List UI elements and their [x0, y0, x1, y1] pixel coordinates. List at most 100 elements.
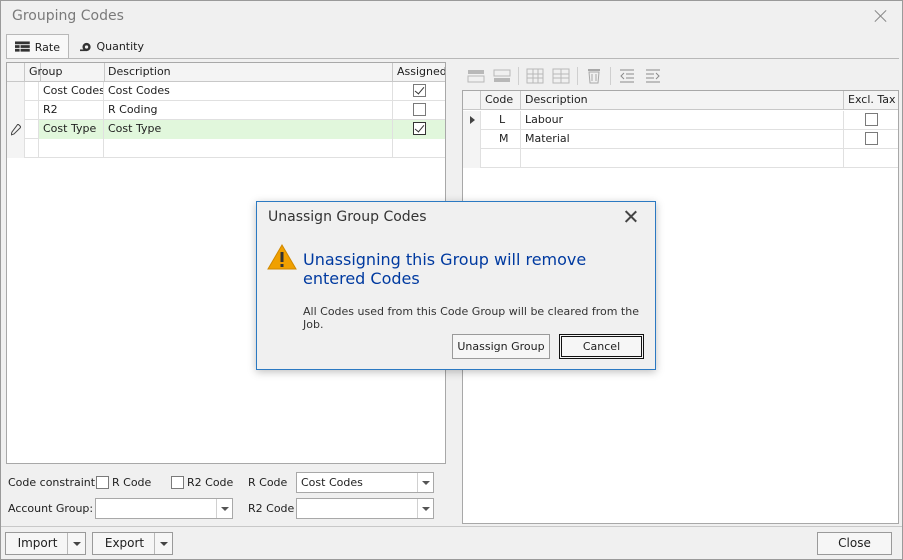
- r2-code-select[interactable]: [296, 498, 434, 519]
- code-cell[interactable]: [481, 149, 521, 168]
- chevron-down-icon[interactable]: [67, 533, 85, 554]
- tab-quantity[interactable]: Quantity: [72, 34, 152, 59]
- tab-rate[interactable]: Rate: [6, 34, 69, 59]
- unassign-group-dialog: Unassign Group Codes Unassigning this Gr…: [256, 201, 656, 370]
- table-row[interactable]: L Labour: [463, 111, 898, 130]
- close-icon[interactable]: [872, 7, 890, 25]
- chevron-down-icon[interactable]: [417, 473, 433, 492]
- insert-row-above-icon[interactable]: [466, 66, 486, 86]
- warning-icon: [267, 244, 297, 270]
- window-title: Grouping Codes: [12, 8, 124, 24]
- assigned-checkbox[interactable]: [413, 103, 426, 116]
- dialog-message: All Codes used from this Code Group will…: [303, 305, 639, 331]
- row-indicator: [463, 149, 481, 168]
- description-cell[interactable]: [521, 149, 844, 168]
- tab-rate-label: Rate: [34, 40, 60, 54]
- description-cell[interactable]: Labour: [521, 111, 844, 130]
- assigned-checkbox[interactable]: [413, 122, 426, 135]
- row-indicator: [7, 120, 25, 139]
- table-row[interactable]: Cost Codes Cost Codes: [7, 82, 445, 101]
- assigned-checkbox[interactable]: [413, 84, 426, 97]
- row-gutter: [25, 101, 39, 120]
- toolbar-separator: [577, 67, 578, 85]
- row-indicator-header: [463, 91, 481, 110]
- r2-code-checkbox-label: R2 Code: [187, 476, 234, 489]
- cancel-button[interactable]: Cancel: [559, 334, 644, 359]
- pencil-edit-icon: [11, 124, 21, 136]
- excl-tax-cell[interactable]: [844, 149, 898, 168]
- column-header-assigned[interactable]: Assigned: [393, 63, 445, 82]
- group-cell[interactable]: [39, 139, 104, 158]
- excl-tax-cell: [844, 130, 898, 149]
- assigned-cell: [393, 82, 445, 101]
- description-cell[interactable]: Cost Codes: [104, 82, 393, 101]
- table-columns-icon[interactable]: [551, 66, 571, 86]
- tape-measure-icon: [80, 42, 91, 51]
- description-cell[interactable]: Material: [521, 130, 844, 149]
- outdent-icon[interactable]: [617, 66, 637, 86]
- column-header-code[interactable]: Code: [481, 91, 521, 110]
- chevron-down-icon[interactable]: [154, 533, 172, 554]
- excl-tax-checkbox[interactable]: [865, 113, 878, 126]
- row-gutter: [25, 120, 39, 139]
- dialog-title: Unassign Group Codes: [268, 209, 427, 225]
- import-button[interactable]: Import: [5, 532, 86, 555]
- account-group-label: Account Group:: [8, 502, 94, 515]
- row-indicator: [7, 101, 25, 120]
- row-indicator: [7, 139, 25, 158]
- column-header-description[interactable]: Description: [521, 91, 844, 110]
- table-row[interactable]: M Material: [463, 130, 898, 149]
- description-cell[interactable]: R Coding: [104, 101, 393, 120]
- current-row-arrow-icon: [470, 116, 475, 124]
- r2-code-checkbox[interactable]: [171, 476, 184, 489]
- chevron-down-icon[interactable]: [216, 499, 232, 518]
- code-cell[interactable]: L: [481, 111, 521, 130]
- description-cell[interactable]: [104, 139, 393, 158]
- account-group-select[interactable]: [95, 498, 233, 519]
- excl-tax-cell: [844, 111, 898, 130]
- group-cell[interactable]: Cost Type: [39, 120, 104, 139]
- row-indicator: [463, 130, 481, 149]
- group-cell[interactable]: Cost Codes: [39, 82, 104, 101]
- description-cell[interactable]: Cost Type: [104, 120, 393, 139]
- column-header-group[interactable]: Group: [25, 63, 105, 82]
- unassign-group-button[interactable]: Unassign Group: [452, 334, 550, 359]
- insert-row-below-icon[interactable]: [492, 66, 512, 86]
- export-button[interactable]: Export: [92, 532, 173, 555]
- assigned-cell[interactable]: [393, 139, 445, 158]
- row-indicator: [463, 111, 481, 130]
- column-header-excl-tax[interactable]: Excl. Tax: [844, 91, 898, 110]
- close-button[interactable]: Close: [817, 532, 892, 555]
- close-icon[interactable]: [623, 209, 639, 225]
- group-grid-header: Group Description Assigned: [7, 63, 445, 82]
- group-cell[interactable]: R2: [39, 101, 104, 120]
- column-header-description[interactable]: Description: [104, 63, 393, 82]
- row-gutter: [25, 139, 39, 158]
- r-code-select[interactable]: Cost Codes: [296, 472, 434, 493]
- r-code-select-value: Cost Codes: [301, 476, 363, 489]
- row-indicator-header: [7, 63, 25, 82]
- title-bar: Grouping Codes: [1, 1, 902, 33]
- table-row[interactable]: R2 R Coding: [7, 101, 445, 120]
- chevron-down-icon[interactable]: [417, 499, 433, 518]
- import-button-label: Import: [17, 536, 58, 550]
- indent-icon[interactable]: [643, 66, 663, 86]
- export-button-label: Export: [104, 536, 145, 550]
- trash-icon[interactable]: [584, 66, 604, 86]
- code-grid-header: Code Description Excl. Tax: [463, 91, 898, 110]
- dialog-heading: Unassigning this Group will remove enter…: [303, 250, 587, 288]
- table-row-selected[interactable]: Cost Type Cost Type: [7, 120, 445, 139]
- r-code-label: R Code: [248, 476, 288, 489]
- new-row[interactable]: [463, 149, 898, 168]
- r-code-checkbox[interactable]: [96, 476, 109, 489]
- assigned-cell: [393, 120, 445, 139]
- row-gutter: [25, 82, 39, 101]
- table-grid-icon[interactable]: [525, 66, 545, 86]
- excl-tax-checkbox[interactable]: [865, 132, 878, 145]
- tab-divider: [6, 58, 899, 59]
- assigned-cell: [393, 101, 445, 120]
- new-row[interactable]: [7, 139, 445, 158]
- tab-quantity-label: Quantity: [96, 40, 144, 53]
- grid-table-icon: [15, 41, 30, 52]
- code-cell[interactable]: M: [481, 130, 521, 149]
